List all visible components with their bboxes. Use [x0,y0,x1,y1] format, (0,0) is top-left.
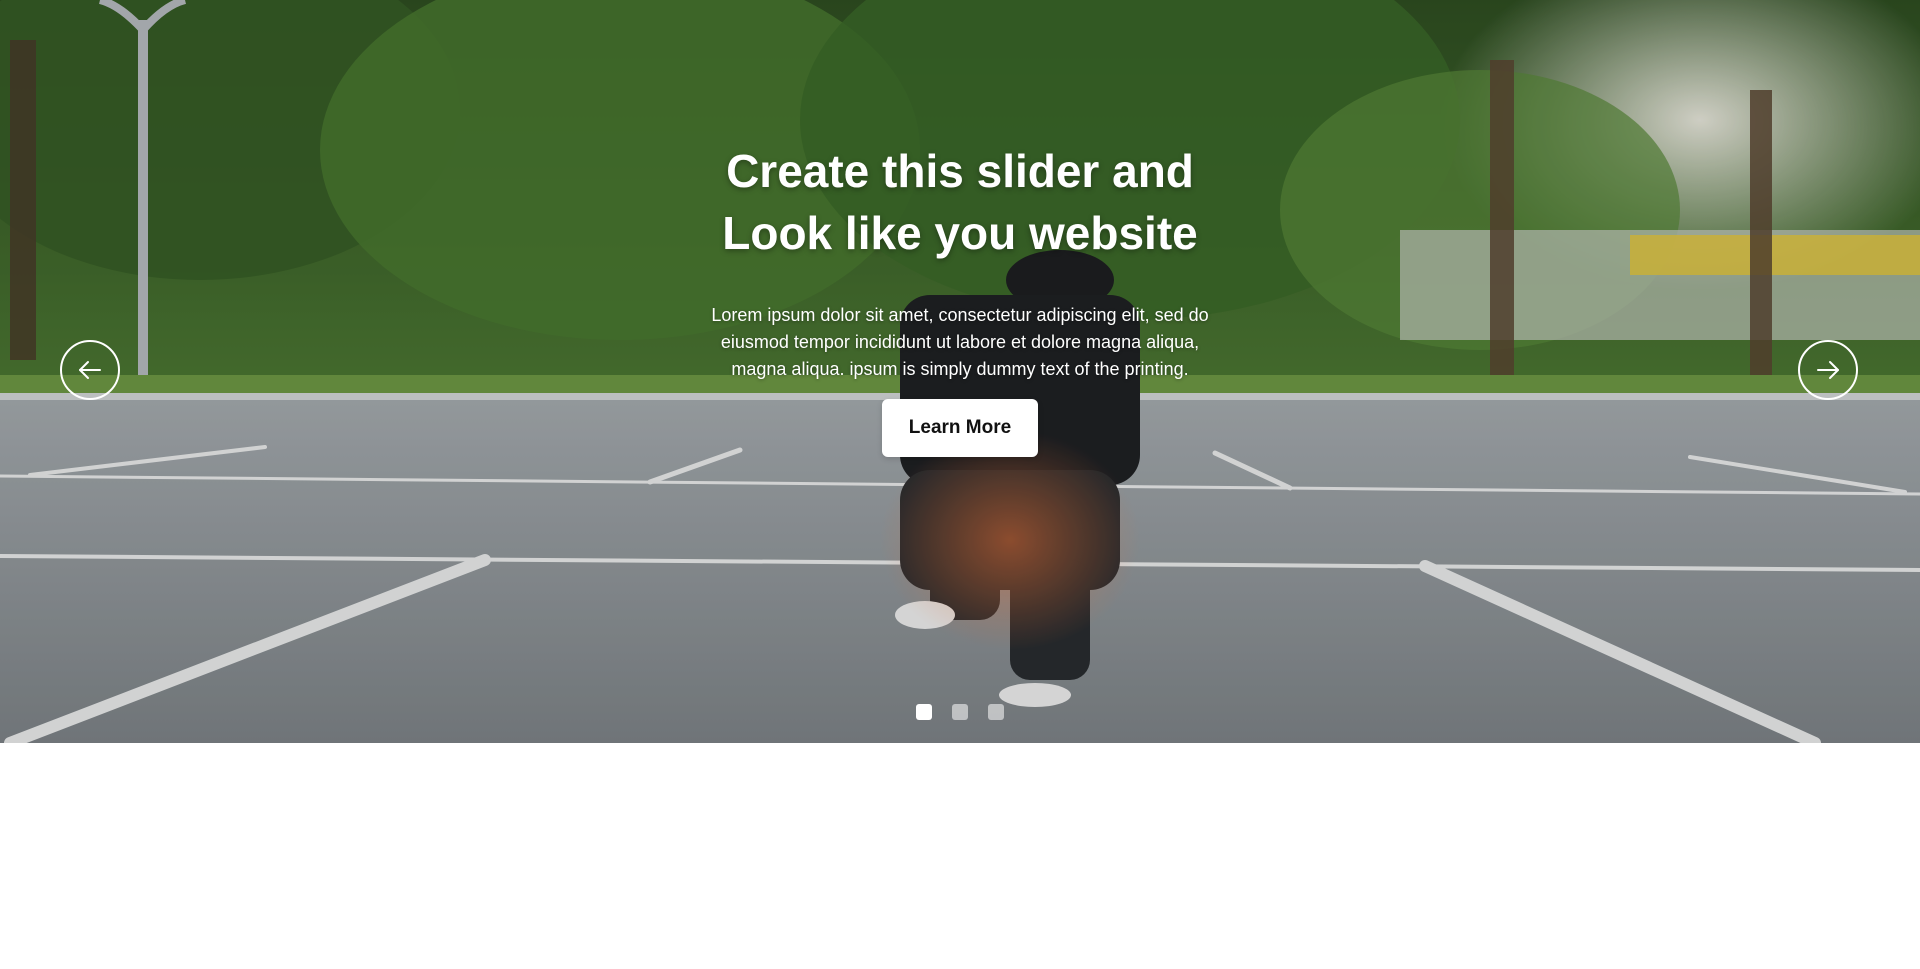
slider-dot-3[interactable] [988,704,1004,720]
slide-description-line-2: eiusmod tempor incididunt ut labore et d… [720,332,1200,352]
hero-slider: Create this slider and Look like you web… [0,0,1920,743]
learn-more-button[interactable]: Learn More [882,399,1038,457]
page-body-area [0,743,1920,969]
slider-pagination [0,704,1920,720]
slider-dot-2[interactable] [952,704,968,720]
slide-description-line-3: magna aliqua. ipsum is simply dummy text… [731,359,1189,379]
slide-caption: Create this slider and Look like you web… [0,140,1920,457]
slide-title: Create this slider and Look like you web… [610,140,1310,264]
slider-dot-1[interactable] [916,704,932,720]
slide-title-line-2: Look like you website [722,207,1198,259]
slide-description: Lorem ipsum dolor sit amet, consectetur … [680,302,1240,383]
slide-title-line-1: Create this slider and [726,145,1194,197]
slide-description-line-1: Lorem ipsum dolor sit amet, consectetur … [711,305,1209,325]
